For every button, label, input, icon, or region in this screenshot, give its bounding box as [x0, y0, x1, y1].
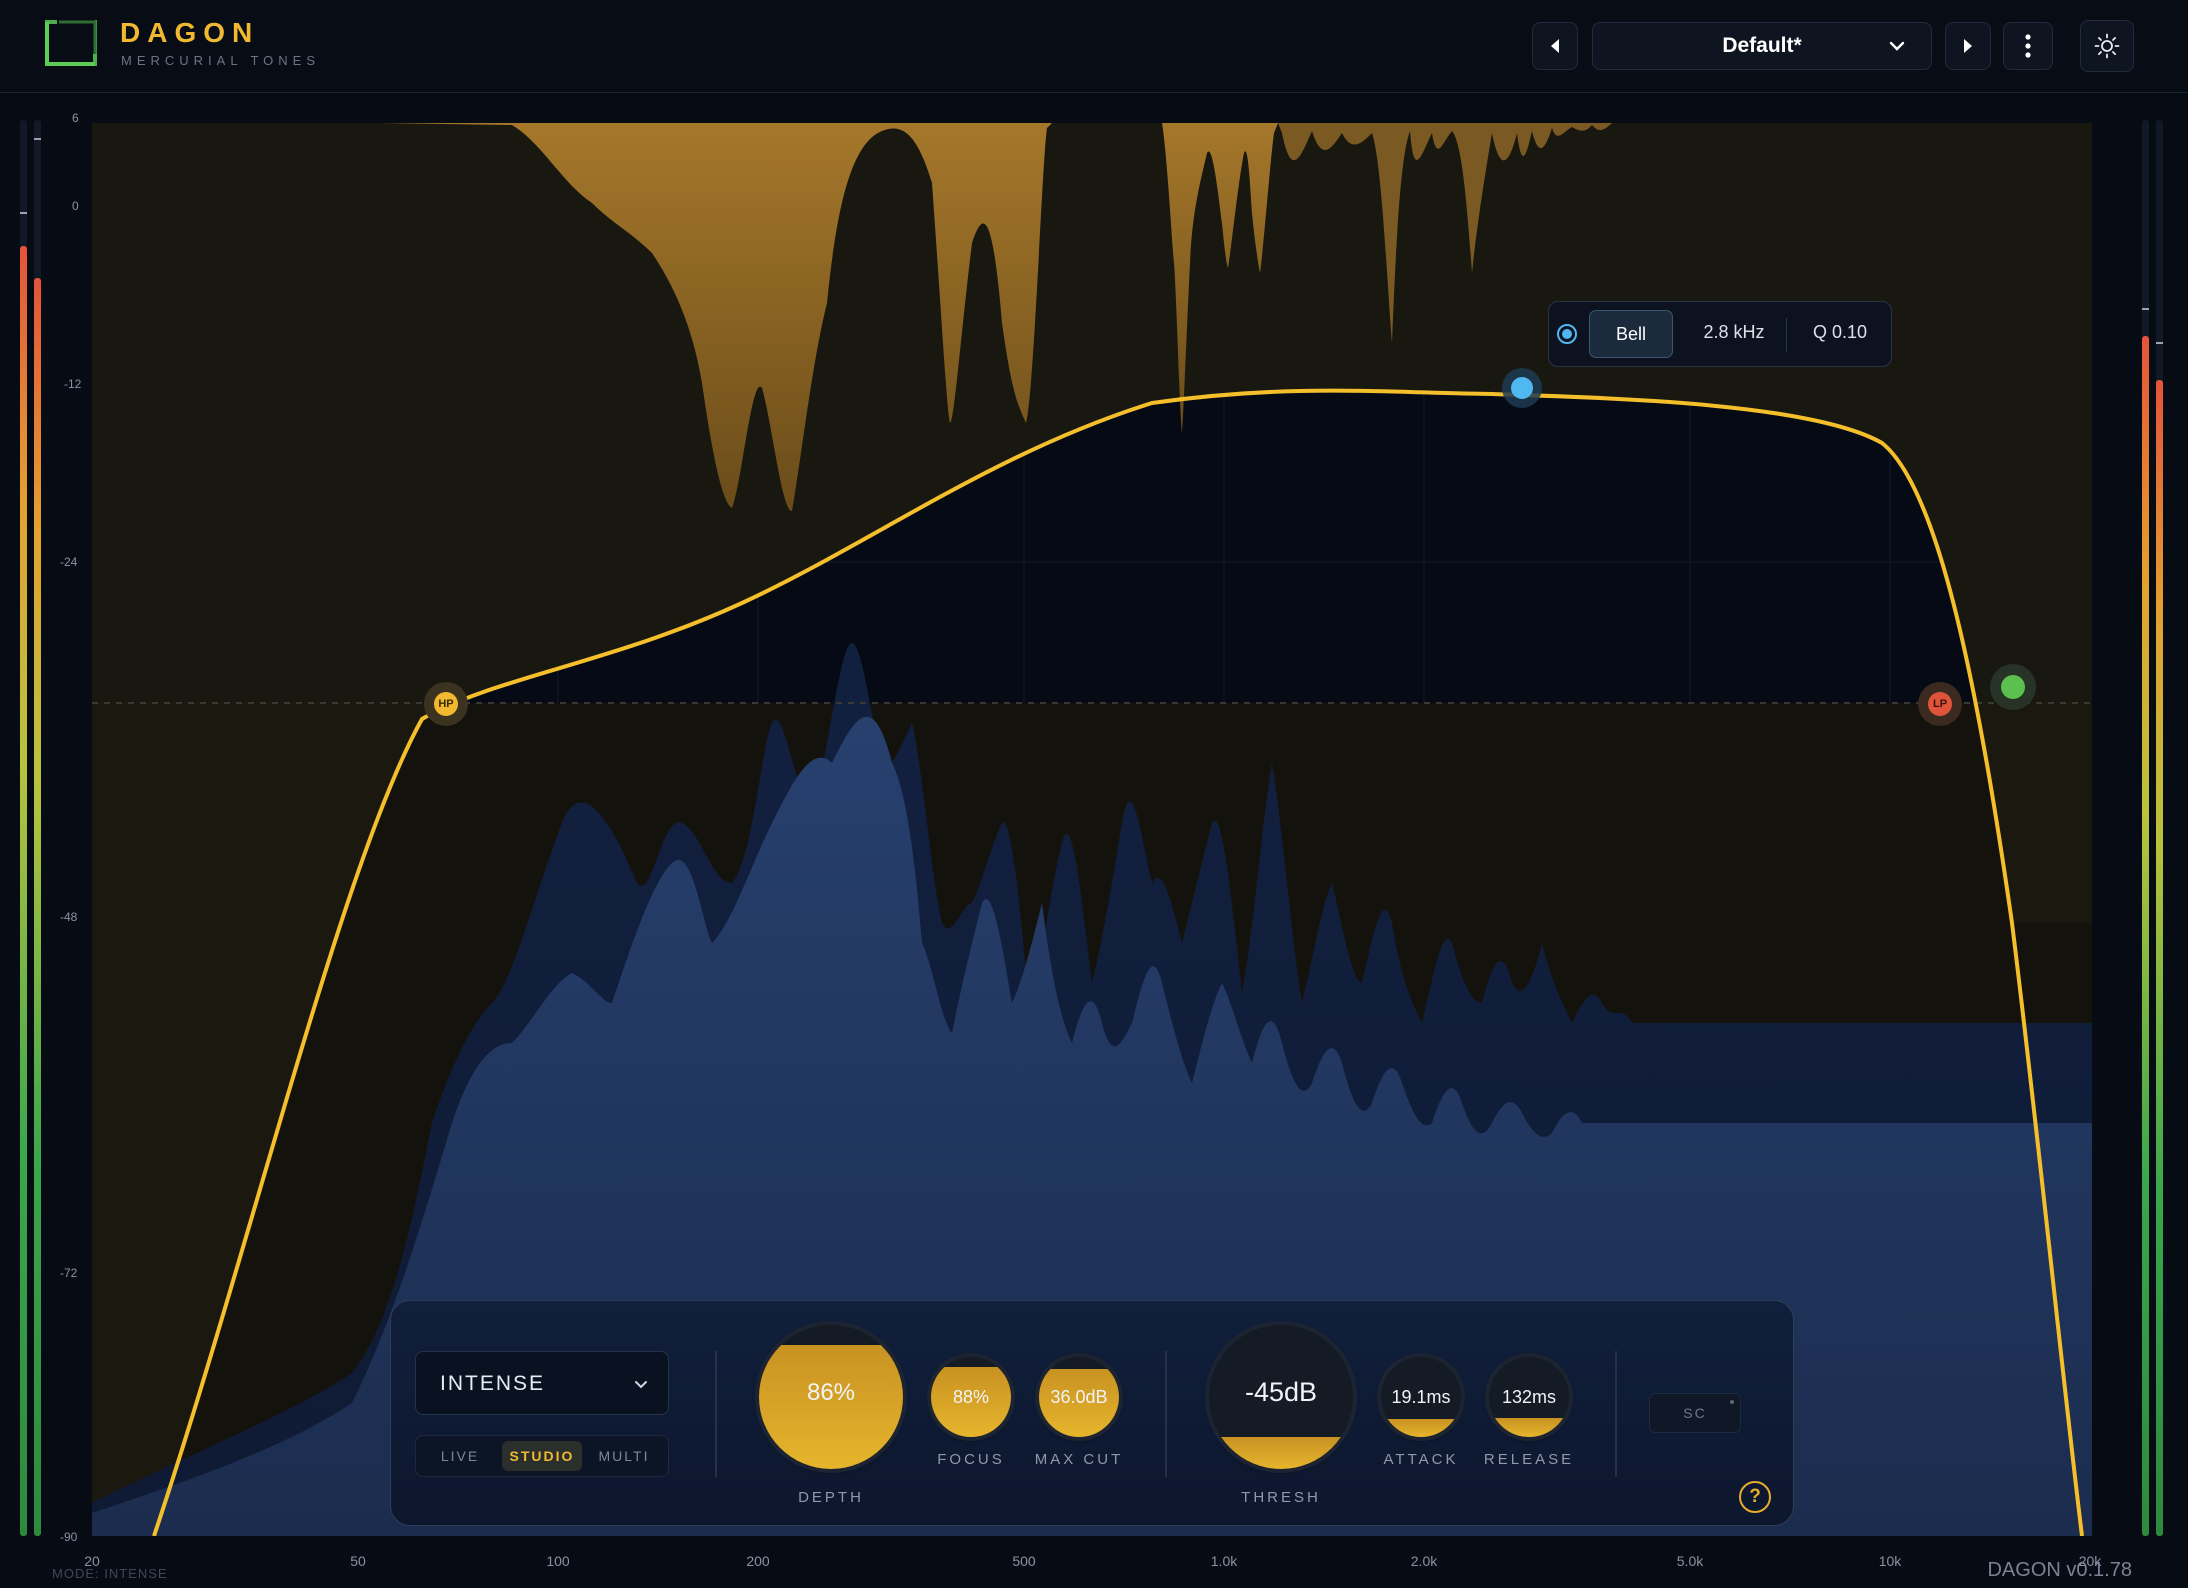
- band-type-button[interactable]: Bell: [1589, 310, 1673, 358]
- sidechain-led: [1730, 1400, 1734, 1404]
- band-enable-toggle[interactable]: [1557, 324, 1577, 344]
- max-cut-knob[interactable]: 36.0dB: [1039, 1357, 1119, 1437]
- depth-knob-fill: [759, 1345, 903, 1469]
- preset-select[interactable]: Default*: [1592, 22, 1932, 70]
- release-knob-fill: [1489, 1417, 1569, 1437]
- depth-knob[interactable]: 86%: [759, 1325, 903, 1469]
- depth-label: DEPTH: [798, 1489, 864, 1506]
- depth-value: 86%: [806, 1379, 856, 1406]
- release-label: RELEASE: [1483, 1451, 1575, 1468]
- focus-label: FOCUS: [937, 1451, 1005, 1468]
- mode-select-value: INTENSE: [440, 1372, 546, 1395]
- popup-divider: [1786, 318, 1787, 352]
- highpass-node-label: HP: [434, 692, 458, 716]
- attack-knob[interactable]: 19.1ms: [1381, 1357, 1461, 1437]
- input-peak-right: [34, 138, 41, 140]
- plugin-window: DAGON MERCURIAL TONES Default* 6 0 -12 -…: [0, 0, 2188, 1588]
- y-tick: -90: [60, 1530, 78, 1544]
- focus-value: 88%: [952, 1387, 990, 1407]
- footer-mode-text: MODE: INTENSE: [52, 1566, 168, 1581]
- y-tick: 6: [72, 111, 79, 125]
- brand-subtitle: MERCURIAL TONES: [121, 53, 321, 68]
- mode-multi-button[interactable]: MULTI: [584, 1441, 664, 1471]
- focus-knob[interactable]: 88%: [931, 1357, 1011, 1437]
- mode-select[interactable]: INTENSE: [415, 1351, 669, 1415]
- band-frequency[interactable]: 2.8 kHz: [1685, 322, 1783, 343]
- panel-divider: [1615, 1351, 1617, 1477]
- x-tick: 500: [1012, 1553, 1036, 1569]
- y-tick: -72: [60, 1266, 78, 1280]
- input-peak-left: [20, 212, 27, 214]
- release-value: 132ms: [1501, 1387, 1557, 1407]
- extra-band-node-dot: [2001, 675, 2025, 699]
- mode-switch: LIVE STUDIO MULTI: [415, 1435, 669, 1477]
- x-tick: 100: [546, 1553, 570, 1569]
- x-tick: 5.0k: [1676, 1553, 1704, 1569]
- band-popup: Bell 2.8 kHz Q 0.10: [1548, 301, 1892, 367]
- attack-label: ATTACK: [1383, 1451, 1459, 1468]
- extra-band-node[interactable]: [1990, 664, 2036, 710]
- brand-name: DAGON: [120, 17, 260, 48]
- panel-divider: [715, 1351, 717, 1477]
- thresh-label: THRESH: [1241, 1489, 1321, 1506]
- y-tick: -12: [64, 377, 82, 391]
- footer-version: DAGON v0.1.78: [1987, 1559, 2132, 1581]
- triangle-left-icon: [1551, 39, 1559, 53]
- settings-button[interactable]: [2080, 20, 2134, 72]
- output-peak-left: [2142, 308, 2149, 310]
- sun-icon: [2094, 33, 2120, 59]
- header-bar: DAGON MERCURIAL TONES Default*: [0, 0, 2188, 93]
- output-meter-left: [2142, 336, 2149, 1536]
- y-tick: -48: [60, 910, 78, 924]
- next-preset-button[interactable]: [1945, 22, 1991, 70]
- lowpass-node[interactable]: LP: [1918, 682, 1962, 726]
- band-q[interactable]: Q 0.10: [1795, 322, 1885, 343]
- output-meter-right: [2156, 380, 2163, 1536]
- control-panel: INTENSE LIVE STUDIO MULTI 86% DEPTH 88% …: [390, 1300, 1794, 1526]
- triangle-right-icon: [1964, 39, 1972, 53]
- max-cut-value: 36.0dB: [1050, 1387, 1108, 1407]
- highpass-node[interactable]: HP: [424, 682, 468, 726]
- input-meter-left: [20, 246, 27, 1536]
- help-button[interactable]: ?: [1739, 1481, 1771, 1513]
- y-tick: 0: [72, 199, 79, 213]
- input-meter-right: [34, 278, 41, 1536]
- lowpass-node-label: LP: [1928, 692, 1952, 716]
- x-tick: 10k: [1878, 1553, 1902, 1569]
- sidechain-label: SC: [1683, 1405, 1707, 1421]
- attack-value: 19.1ms: [1391, 1387, 1451, 1407]
- menu-button[interactable]: [2003, 22, 2053, 70]
- preset-name: Default*: [1722, 34, 1802, 57]
- bell-band-node[interactable]: [1500, 366, 1544, 410]
- thresh-value: -45dB: [1244, 1377, 1318, 1407]
- mode-live-button[interactable]: LIVE: [420, 1441, 500, 1471]
- max-cut-label: MAX CUT: [1034, 1451, 1124, 1468]
- band-enable-dot: [1562, 329, 1572, 339]
- x-tick: 2.0k: [1410, 1553, 1438, 1569]
- release-knob[interactable]: 132ms: [1489, 1357, 1569, 1437]
- chevron-down-icon: [635, 1381, 647, 1389]
- mode-studio-button[interactable]: STUDIO: [502, 1441, 582, 1471]
- x-tick: 1.0k: [1210, 1553, 1238, 1569]
- panel-divider: [1165, 1351, 1167, 1477]
- x-tick: 200: [746, 1553, 770, 1569]
- x-tick: 50: [350, 1553, 366, 1569]
- dagon-logo-icon: [45, 20, 97, 66]
- attack-knob-fill: [1381, 1419, 1461, 1437]
- output-peak-right: [2156, 342, 2163, 344]
- thresh-knob[interactable]: -45dB: [1209, 1325, 1353, 1469]
- sidechain-button[interactable]: SC: [1649, 1393, 1741, 1433]
- vertical-dots-icon: [2025, 34, 2031, 58]
- prev-preset-button[interactable]: [1532, 22, 1578, 70]
- thresh-knob-fill: [1209, 1437, 1353, 1469]
- chevron-down-icon: [1889, 41, 1905, 51]
- y-tick: -24: [60, 555, 78, 569]
